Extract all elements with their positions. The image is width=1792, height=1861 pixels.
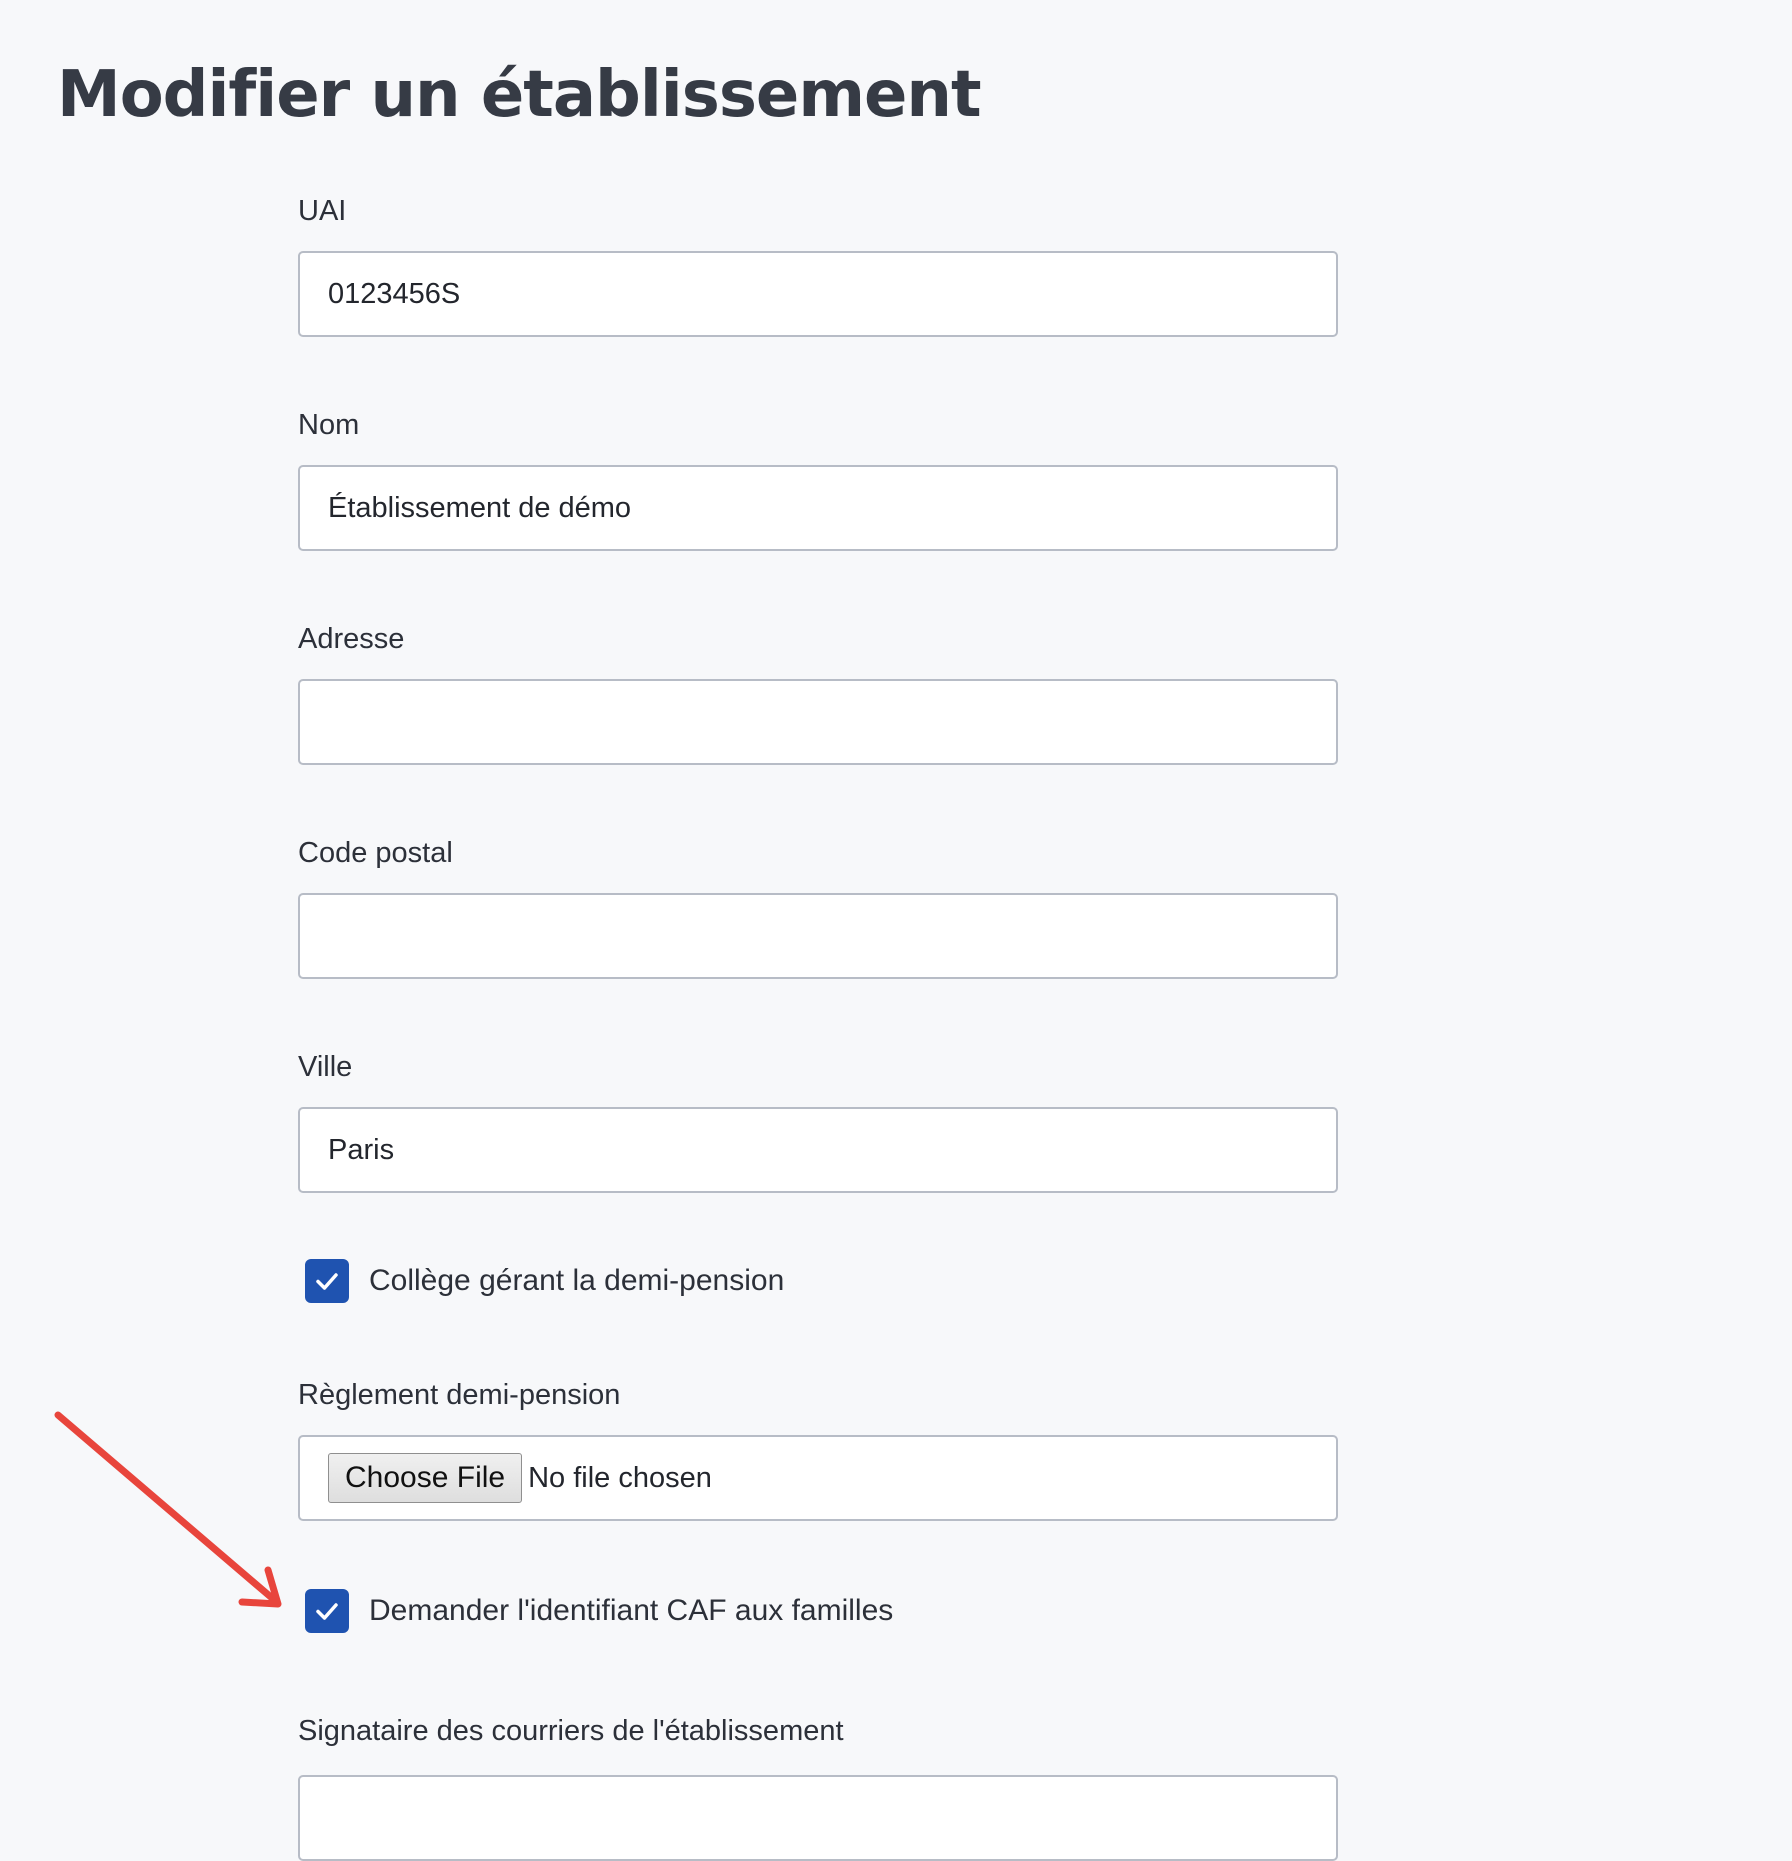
reglement-file-input[interactable]: Choose File No file chosen (298, 1435, 1338, 1521)
uai-label: UAI (298, 195, 347, 227)
nom-input[interactable] (298, 465, 1338, 551)
demi-pension-checkbox[interactable] (305, 1259, 349, 1303)
file-status: No file chosen (528, 1461, 712, 1494)
check-icon (316, 1273, 338, 1290)
demi-pension-checkbox-row[interactable]: Collège gérant la demi-pension (305, 1257, 784, 1305)
nom-label: Nom (298, 409, 360, 441)
choose-file-button[interactable]: Choose File (328, 1453, 523, 1503)
code-postal-label: Code postal (298, 837, 453, 869)
page-title: Modifier un établissement (57, 58, 982, 132)
signataire-label: Signataire des courriers de l'établissem… (298, 1715, 844, 1747)
check-icon (316, 1603, 338, 1620)
code-postal-input[interactable] (298, 893, 1338, 979)
signataire-input[interactable] (298, 1775, 1338, 1861)
reglement-label: Règlement demi-pension (298, 1379, 621, 1411)
caf-checkbox-row[interactable]: Demander l'identifiant CAF aux familles (305, 1587, 893, 1635)
caf-checkbox-label[interactable]: Demander l'identifiant CAF aux familles (369, 1594, 893, 1628)
adresse-label: Adresse (298, 623, 405, 655)
ville-input[interactable] (298, 1107, 1338, 1193)
ville-label: Ville (298, 1051, 353, 1083)
demi-pension-checkbox-label[interactable]: Collège gérant la demi-pension (369, 1264, 784, 1298)
caf-checkbox[interactable] (305, 1589, 349, 1633)
red-arrow-icon (54, 1411, 282, 1608)
adresse-input[interactable] (298, 679, 1338, 765)
uai-input[interactable] (298, 251, 1338, 337)
